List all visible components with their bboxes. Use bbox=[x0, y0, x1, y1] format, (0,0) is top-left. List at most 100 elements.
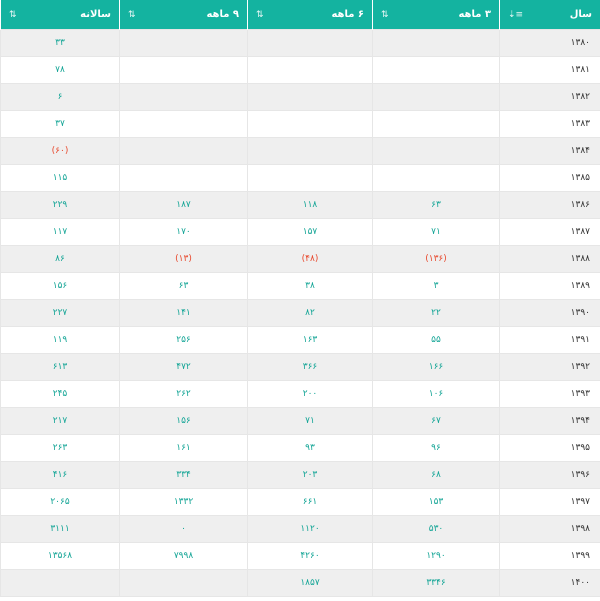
sort-desc-icon[interactable]: ⇣≡ bbox=[508, 10, 523, 20]
cell-q3: ۳۳۴۶ bbox=[372, 569, 500, 597]
cell-year: ۱۳۸۶ bbox=[499, 191, 600, 219]
cell-q9: ۱۴۱ bbox=[119, 299, 248, 327]
cell-q3: ۱۶۶ bbox=[372, 353, 500, 381]
cell-q9 bbox=[119, 164, 248, 192]
table-row: ۱۳۹۷ ۱۵۳ ۶۶۱ ۱۳۳۲ ۲۰۶۵ bbox=[0, 488, 600, 516]
cell-year: ۱۳۸۵ bbox=[499, 164, 600, 192]
cell-q3 bbox=[372, 56, 500, 84]
table-row: ۱۳۸۶ ۶۳ ۱۱۸ ۱۸۷ ۲۲۹ bbox=[0, 191, 600, 219]
table-row: ۱۳۹۴ ۶۷ ۷۱ ۱۵۶ ۲۱۷ bbox=[0, 407, 600, 435]
cell-q9: ۴۷۲ bbox=[119, 353, 248, 381]
earnings-table: سال ⇣≡ ۳ ماهه ⇅ ۶ ماهه ⇅ ۹ ماهه ⇅ سالانه… bbox=[0, 0, 600, 597]
cell-q3: ۶۳ bbox=[372, 191, 500, 219]
cell-q6: ۳۶۶ bbox=[247, 353, 373, 381]
table-row: ۱۳۸۸ (۱۳۶) (۴۸) (۱۳) ۸۶ bbox=[0, 245, 600, 273]
cell-q3: ۶۷ bbox=[372, 407, 500, 435]
cell-annual: ۶ bbox=[0, 83, 120, 111]
table-row: ۱۳۸۲ ۶ bbox=[0, 83, 600, 111]
column-header-3-month[interactable]: ۳ ماهه ⇅ bbox=[372, 0, 500, 30]
cell-q3: ۱۰۶ bbox=[372, 380, 500, 408]
column-header-label: سالانه bbox=[80, 9, 111, 20]
cell-q6: ۳۸ bbox=[247, 272, 373, 300]
cell-annual: ۲۲۹ bbox=[0, 191, 120, 219]
cell-q3: ۳ bbox=[372, 272, 500, 300]
table-row: ۱۳۸۱ ۷۸ bbox=[0, 56, 600, 84]
cell-q3: ۱۲۹۰ bbox=[372, 542, 500, 570]
column-header-label: سال bbox=[569, 9, 592, 20]
cell-annual: ۲۱۷ bbox=[0, 407, 120, 435]
table-row: ۱۳۹۵ ۹۶ ۹۳ ۱۶۱ ۲۶۳ bbox=[0, 434, 600, 462]
cell-year: ۱۳۸۸ bbox=[499, 245, 600, 273]
cell-q9: ۱۶۱ bbox=[119, 434, 248, 462]
cell-q6: (۴۸) bbox=[247, 245, 373, 273]
cell-q3: ۷۱ bbox=[372, 218, 500, 246]
cell-annual: ۲۲۷ bbox=[0, 299, 120, 327]
cell-annual: ۲۰۶۵ bbox=[0, 488, 120, 516]
column-header-year[interactable]: سال ⇣≡ bbox=[499, 0, 600, 30]
cell-q9 bbox=[119, 137, 248, 165]
cell-year: ۱۳۹۷ bbox=[499, 488, 600, 516]
cell-q3 bbox=[372, 164, 500, 192]
cell-year: ۱۴۰۰ bbox=[499, 569, 600, 597]
cell-q9: ۳۳۴ bbox=[119, 461, 248, 489]
cell-q3: ۶۸ bbox=[372, 461, 500, 489]
cell-year: ۱۳۹۲ bbox=[499, 353, 600, 381]
cell-q3: ۵۵ bbox=[372, 326, 500, 354]
cell-year: ۱۳۹۹ bbox=[499, 542, 600, 570]
cell-q9: ۲۵۶ bbox=[119, 326, 248, 354]
table-row: ۱۳۸۹ ۳ ۳۸ ۶۳ ۱۵۶ bbox=[0, 272, 600, 300]
cell-annual: ۱۵۶ bbox=[0, 272, 120, 300]
cell-q3: ۱۵۳ bbox=[372, 488, 500, 516]
cell-annual: ۲۶۳ bbox=[0, 434, 120, 462]
table-body: ۱۳۸۰ ۳۳ ۱۳۸۱ ۷۸ ۱۳۸۲ ۶ ۱۳۸۳ ۳۷ ۱۳۸۴ (۶۰) ۱۳۸۵ ۱۱۵ ۱۳… bbox=[0, 29, 600, 597]
column-header-annual[interactable]: سالانه ⇅ bbox=[0, 0, 120, 30]
cell-q6: ۲۰۳ bbox=[247, 461, 373, 489]
cell-q3 bbox=[372, 110, 500, 138]
cell-q6: ۶۶۱ bbox=[247, 488, 373, 516]
cell-year: ۱۳۹۴ bbox=[499, 407, 600, 435]
cell-year: ۱۳۸۷ bbox=[499, 218, 600, 246]
cell-q6: ۲۰۰ bbox=[247, 380, 373, 408]
cell-q6: ۱۵۷ bbox=[247, 218, 373, 246]
table-row: ۱۳۸۴ (۶۰) bbox=[0, 137, 600, 165]
table-row: ۱۳۹۹ ۱۲۹۰ ۴۲۶۰ ۷۹۹۸ ۱۳۵۶۸ bbox=[0, 542, 600, 570]
cell-year: ۱۳۸۲ bbox=[499, 83, 600, 111]
table-row: ۱۴۰۰ ۳۳۴۶ ۱۸۵۷ bbox=[0, 569, 600, 597]
cell-q6 bbox=[247, 56, 373, 84]
cell-q9: ۲۶۲ bbox=[119, 380, 248, 408]
cell-q6: ۱۸۵۷ bbox=[247, 569, 373, 597]
table-row: ۱۳۹۱ ۵۵ ۱۶۳ ۲۵۶ ۱۱۹ bbox=[0, 326, 600, 354]
sort-icon[interactable]: ⇅ bbox=[381, 10, 389, 20]
cell-q3: ۲۲ bbox=[372, 299, 500, 327]
sort-icon[interactable]: ⇅ bbox=[9, 10, 17, 20]
cell-year: ۱۳۹۳ bbox=[499, 380, 600, 408]
cell-annual bbox=[0, 569, 120, 597]
column-header-label: ۹ ماهه bbox=[206, 9, 239, 20]
table-row: ۱۳۹۶ ۶۸ ۲۰۳ ۳۳۴ ۴۱۶ bbox=[0, 461, 600, 489]
cell-q6 bbox=[247, 164, 373, 192]
column-header-6-month[interactable]: ۶ ماهه ⇅ bbox=[247, 0, 373, 30]
cell-q9: ۱۸۷ bbox=[119, 191, 248, 219]
cell-annual: ۱۱۵ bbox=[0, 164, 120, 192]
table-row: ۱۳۹۰ ۲۲ ۸۲ ۱۴۱ ۲۲۷ bbox=[0, 299, 600, 327]
cell-annual: ۱۱۹ bbox=[0, 326, 120, 354]
cell-year: ۱۳۸۱ bbox=[499, 56, 600, 84]
cell-q6 bbox=[247, 83, 373, 111]
cell-annual: ۷۸ bbox=[0, 56, 120, 84]
cell-q9: ۷۹۹۸ bbox=[119, 542, 248, 570]
column-header-label: ۶ ماهه bbox=[331, 9, 364, 20]
cell-q9 bbox=[119, 29, 248, 57]
table-row: ۱۳۸۰ ۳۳ bbox=[0, 29, 600, 57]
cell-q9 bbox=[119, 569, 248, 597]
table-row: ۱۳۹۳ ۱۰۶ ۲۰۰ ۲۶۲ ۲۴۵ bbox=[0, 380, 600, 408]
cell-annual: ۳۳ bbox=[0, 29, 120, 57]
sort-icon[interactable]: ⇅ bbox=[256, 10, 264, 20]
cell-q3: ۹۶ bbox=[372, 434, 500, 462]
cell-annual: ۲۴۵ bbox=[0, 380, 120, 408]
cell-q6: ۸۲ bbox=[247, 299, 373, 327]
cell-q9: ۱۳۳۲ bbox=[119, 488, 248, 516]
sort-icon[interactable]: ⇅ bbox=[128, 10, 136, 20]
column-header-9-month[interactable]: ۹ ماهه ⇅ bbox=[119, 0, 248, 30]
cell-q3: ۵۳۰ bbox=[372, 515, 500, 543]
cell-q6: ۴۲۶۰ bbox=[247, 542, 373, 570]
